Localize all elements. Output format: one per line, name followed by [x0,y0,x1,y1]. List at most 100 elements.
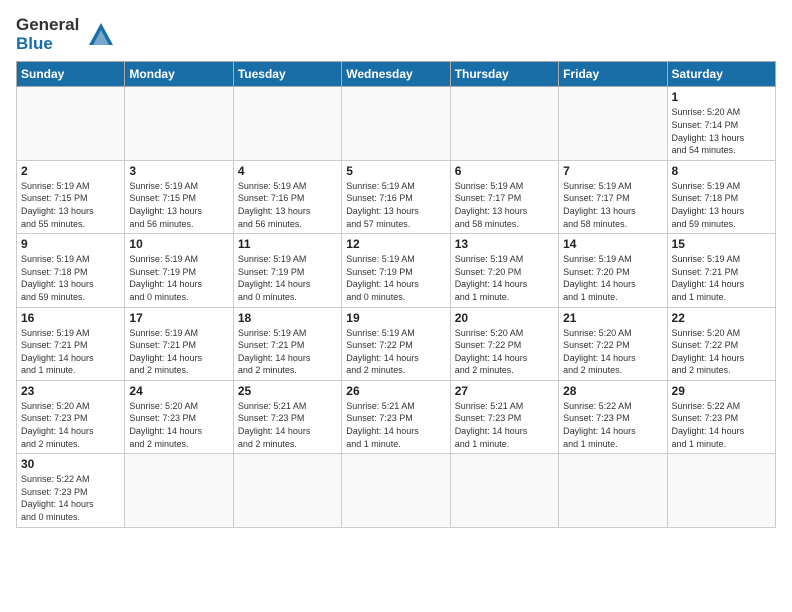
calendar-cell [559,454,667,527]
day-number: 3 [129,164,228,178]
calendar-cell: 6Sunrise: 5:19 AM Sunset: 7:17 PM Daylig… [450,160,558,233]
calendar-cell: 26 Sunrise: 5:21 AM Sunset: 7:23 PM Dayli… [342,380,450,453]
day-number: 10 [129,237,228,251]
day-info: Sunrise: 5:20 AM Sunset: 7:23 PM Dayligh… [21,400,120,450]
calendar-cell [342,454,450,527]
day-info: Sunrise: 5:19 AM Sunset: 7:19 PM Dayligh… [129,253,228,303]
page-header: General Blue [16,16,776,53]
calendar-week-row: 16 Sunrise: 5:19 AM Sunset: 7:21 PM Dayli… [17,307,776,380]
day-number: 16 [21,311,120,325]
day-number: 30 [21,457,120,471]
day-header-friday: Friday [559,62,667,87]
day-header-saturday: Saturday [667,62,775,87]
day-info: Sunrise: 5:22 AM Sunset: 7:23 PM Dayligh… [563,400,662,450]
calendar-cell: 14 Sunrise: 5:19 AM Sunset: 7:20 PM Dayli… [559,234,667,307]
day-info: Sunrise: 5:19 AM Sunset: 7:16 PM Dayligh… [238,180,337,230]
day-info: Sunrise: 5:19 AM Sunset: 7:20 PM Dayligh… [455,253,554,303]
day-info: Sunrise: 5:19 AM Sunset: 7:15 PM Dayligh… [129,180,228,230]
calendar-cell: 3 Sunrise: 5:19 AM Sunset: 7:15 PM Daylig… [125,160,233,233]
calendar-cell [450,87,558,160]
day-number: 15 [672,237,771,251]
day-number: 7 [563,164,662,178]
day-header-monday: Monday [125,62,233,87]
day-info: Sunrise: 5:20 AM Sunset: 7:23 PM Dayligh… [129,400,228,450]
day-info: Sunrise: 5:20 AM Sunset: 7:22 PM Dayligh… [672,327,771,377]
calendar-cell: 23 Sunrise: 5:20 AM Sunset: 7:23 PM Dayli… [17,380,125,453]
day-number: 9 [21,237,120,251]
day-info: Sunrise: 5:19 AM Sunset: 7:15 PM Dayligh… [21,180,120,230]
calendar-cell: 10 Sunrise: 5:19 AM Sunset: 7:19 PM Dayli… [125,234,233,307]
day-number: 4 [238,164,337,178]
day-info: Sunrise: 5:20 AM Sunset: 7:14 PM Dayligh… [672,106,771,156]
calendar-cell [559,87,667,160]
day-info: Sunrise: 5:19 AM Sunset: 7:17 PM Dayligh… [563,180,662,230]
calendar-cell: 17 Sunrise: 5:19 AM Sunset: 7:21 PM Dayli… [125,307,233,380]
logo: General Blue [16,16,115,53]
day-number: 11 [238,237,337,251]
day-info: Sunrise: 5:19 AM Sunset: 7:21 PM Dayligh… [129,327,228,377]
calendar-cell: 27Sunrise: 5:21 AM Sunset: 7:23 PM Dayli… [450,380,558,453]
calendar-cell: 12Sunrise: 5:19 AM Sunset: 7:19 PM Dayli… [342,234,450,307]
calendar-cell: 24 Sunrise: 5:20 AM Sunset: 7:23 PM Dayli… [125,380,233,453]
day-number: 20 [455,311,554,325]
calendar-cell [342,87,450,160]
day-number: 26 [346,384,445,398]
calendar-cell: 8 Sunrise: 5:19 AM Sunset: 7:18 PM Daylig… [667,160,775,233]
logo-blue: Blue [16,34,53,53]
calendar-week-row: 2 Sunrise: 5:19 AM Sunset: 7:15 PM Daylig… [17,160,776,233]
calendar-cell: 21Sunrise: 5:20 AM Sunset: 7:22 PM Dayli… [559,307,667,380]
calendar-cell [125,454,233,527]
day-info: Sunrise: 5:19 AM Sunset: 7:18 PM Dayligh… [21,253,120,303]
calendar-cell: 11 Sunrise: 5:19 AM Sunset: 7:19 PM Dayli… [233,234,341,307]
day-number: 22 [672,311,771,325]
calendar-cell: 22 Sunrise: 5:20 AM Sunset: 7:22 PM Dayli… [667,307,775,380]
day-info: Sunrise: 5:19 AM Sunset: 7:16 PM Dayligh… [346,180,445,230]
calendar-cell: 2 Sunrise: 5:19 AM Sunset: 7:15 PM Daylig… [17,160,125,233]
day-info: Sunrise: 5:19 AM Sunset: 7:19 PM Dayligh… [346,253,445,303]
day-header-thursday: Thursday [450,62,558,87]
logo-triangle-icon [87,21,115,49]
calendar-cell: 20 Sunrise: 5:20 AM Sunset: 7:22 PM Dayli… [450,307,558,380]
calendar-cell: 13 Sunrise: 5:19 AM Sunset: 7:20 PM Dayli… [450,234,558,307]
day-number: 17 [129,311,228,325]
calendar-cell [233,87,341,160]
calendar-cell [667,454,775,527]
day-number: 28 [563,384,662,398]
calendar-cell [125,87,233,160]
calendar-cell [17,87,125,160]
day-info: Sunrise: 5:19 AM Sunset: 7:20 PM Dayligh… [563,253,662,303]
day-info: Sunrise: 5:19 AM Sunset: 7:22 PM Dayligh… [346,327,445,377]
calendar-week-row: 23 Sunrise: 5:20 AM Sunset: 7:23 PM Dayli… [17,380,776,453]
calendar-cell: 5Sunrise: 5:19 AM Sunset: 7:16 PM Daylig… [342,160,450,233]
day-info: Sunrise: 5:22 AM Sunset: 7:23 PM Dayligh… [672,400,771,450]
day-number: 2 [21,164,120,178]
day-number: 23 [21,384,120,398]
calendar-cell: 18Sunrise: 5:19 AM Sunset: 7:21 PM Dayli… [233,307,341,380]
day-info: Sunrise: 5:20 AM Sunset: 7:22 PM Dayligh… [455,327,554,377]
calendar-cell: 7 Sunrise: 5:19 AM Sunset: 7:17 PM Daylig… [559,160,667,233]
day-header-tuesday: Tuesday [233,62,341,87]
day-number: 19 [346,311,445,325]
day-number: 27 [455,384,554,398]
calendar-week-row: 1Sunrise: 5:20 AM Sunset: 7:14 PM Daylig… [17,87,776,160]
day-info: Sunrise: 5:19 AM Sunset: 7:18 PM Dayligh… [672,180,771,230]
day-info: Sunrise: 5:21 AM Sunset: 7:23 PM Dayligh… [238,400,337,450]
day-number: 21 [563,311,662,325]
day-number: 24 [129,384,228,398]
calendar-cell: 25Sunrise: 5:21 AM Sunset: 7:23 PM Dayli… [233,380,341,453]
day-number: 18 [238,311,337,325]
calendar-week-row: 9 Sunrise: 5:19 AM Sunset: 7:18 PM Daylig… [17,234,776,307]
day-info: Sunrise: 5:19 AM Sunset: 7:21 PM Dayligh… [672,253,771,303]
day-info: Sunrise: 5:19 AM Sunset: 7:19 PM Dayligh… [238,253,337,303]
calendar-cell: 15 Sunrise: 5:19 AM Sunset: 7:21 PM Dayli… [667,234,775,307]
calendar-cell: 9 Sunrise: 5:19 AM Sunset: 7:18 PM Daylig… [17,234,125,307]
calendar-cell [233,454,341,527]
day-number: 14 [563,237,662,251]
day-number: 8 [672,164,771,178]
day-number: 13 [455,237,554,251]
day-info: Sunrise: 5:19 AM Sunset: 7:21 PM Dayligh… [21,327,120,377]
logo-general: General [16,15,79,34]
day-header-sunday: Sunday [17,62,125,87]
day-info: Sunrise: 5:21 AM Sunset: 7:23 PM Dayligh… [346,400,445,450]
calendar-cell [450,454,558,527]
